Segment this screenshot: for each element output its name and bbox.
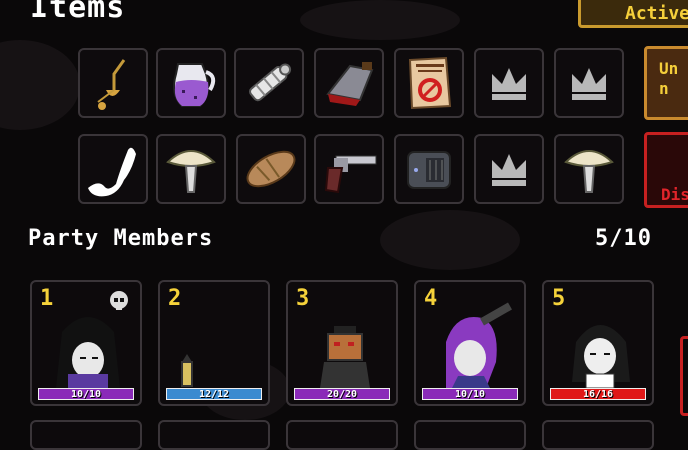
member-hp-bar: 12/12 [166,388,262,400]
item-slot-poster[interactable] [394,48,464,118]
party-side-button[interactable] [680,336,688,416]
mushroom-icon [166,150,216,193]
party-member-card-3[interactable]: 3 20/20 [286,280,398,406]
radio-device-icon [407,151,451,189]
scales-icon [97,59,126,110]
party-member-card-7[interactable] [158,420,270,450]
party-member-card-2[interactable]: 2 12/12 [158,280,270,406]
member-portrait [446,302,512,388]
active-button[interactable]: Active [578,0,688,28]
member-portrait [181,354,193,387]
bandage-roll-icon [249,63,292,102]
party-member-card-10[interactable] [542,420,654,450]
item-slot-mushroom-2[interactable] [554,134,624,204]
wanted-poster-icon [408,56,452,110]
member-portrait [572,325,630,389]
bread-loaf-icon [246,150,296,188]
empty-crown-slot-icon [492,68,526,100]
party-member-card-6[interactable] [30,420,142,450]
member-portrait [320,326,370,388]
bloody-cleaver-icon [326,62,374,106]
empty-crown-slot-icon [572,68,606,100]
member-hp-text: 10/10 [70,388,102,400]
member-hp-text: 12/12 [198,388,230,400]
revolver-icon [324,155,377,194]
party-member-card-9[interactable] [414,420,526,450]
item-slot-radio[interactable] [394,134,464,204]
member-hp-bar: 20/20 [294,388,390,400]
party-member-card-8[interactable] [286,420,398,450]
item-slot-bandage[interactable] [234,48,304,118]
item-slot-empty-1[interactable] [474,48,544,118]
party-member-card-1[interactable]: 1 10/10 [30,280,142,406]
item-slot-bread[interactable] [236,134,306,204]
item-slot-revolver[interactable] [314,134,384,204]
item-slot-mushroom-1[interactable] [156,134,226,204]
ghost-wisp-icon [88,147,136,197]
item-slot-cleaver[interactable] [314,48,384,118]
party-members-title: Party Members [28,226,214,251]
purple-jug-icon [173,63,216,107]
item-slot-wisp[interactable] [78,134,148,204]
member-hp-bar: 16/16 [550,388,646,400]
member-portrait [56,317,120,388]
party-member-card-5[interactable]: 5 16/16 [542,280,654,406]
items-title: Items [30,0,126,25]
item-slot-scales[interactable] [78,48,148,118]
item-slot-empty-3[interactable] [474,134,544,204]
item-slot-empty-2[interactable] [554,48,624,118]
member-hp-text: 16/16 [582,388,614,400]
mushroom-icon [564,150,614,193]
member-hp-bar: 10/10 [38,388,134,400]
member-hp-text: 20/20 [326,388,358,400]
party-count: 5/10 [595,226,652,251]
item-slot-jug[interactable] [156,48,226,118]
empty-crown-slot-icon [492,154,526,186]
unequip-button[interactable]: Un n [644,46,688,120]
member-hp-text: 10/10 [454,388,486,400]
member-hp-bar: 10/10 [422,388,518,400]
party-member-card-4[interactable]: 4 10/10 [414,280,526,406]
discard-button[interactable]: Dis [644,132,688,208]
